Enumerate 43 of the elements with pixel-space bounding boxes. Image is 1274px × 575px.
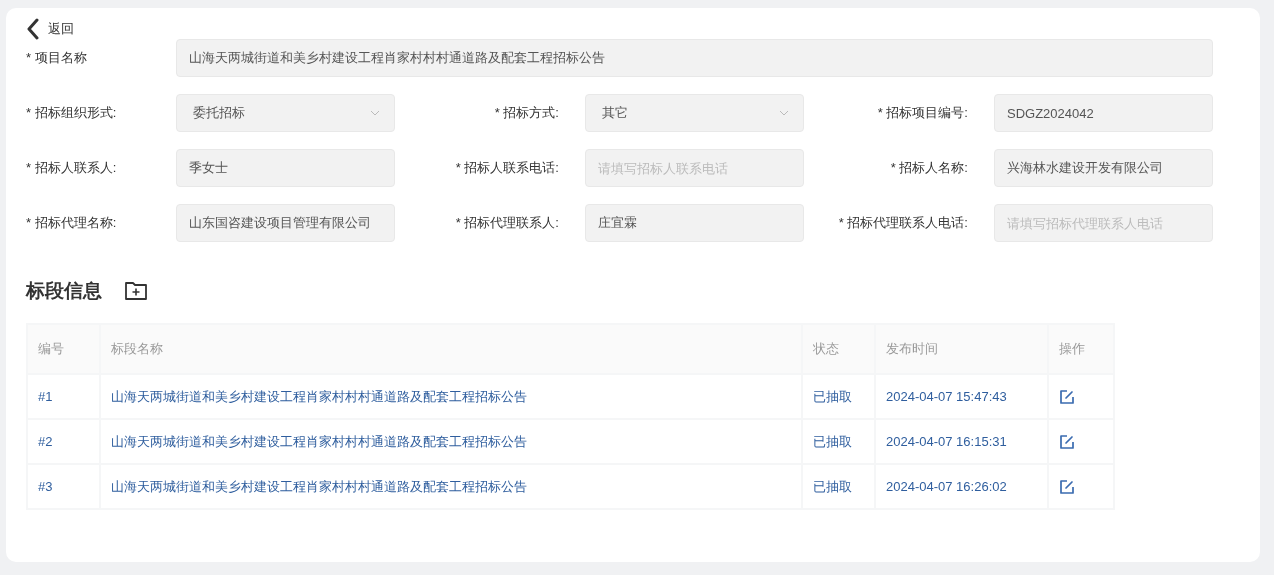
table-cell: 2024-04-07 15:47:43 — [875, 374, 1048, 419]
back-button[interactable]: 返回 — [26, 18, 74, 40]
field-label: * 招标人名称: — [889, 159, 969, 177]
column-header: 编号 — [27, 324, 100, 374]
field-label: * 招标人联系电话: — [454, 159, 560, 177]
table-cell: 山海天两城街道和美乡村建设工程肖家村村村通道路及配套工程招标公告 — [100, 374, 802, 419]
text-field[interactable]: 季女士 — [176, 149, 395, 187]
table-cell: 已抽取 — [802, 464, 875, 509]
column-header: 状态 — [802, 324, 875, 374]
field-label: * 招标方式: — [493, 104, 560, 122]
field-label: * 招标组织形式: — [26, 104, 118, 122]
field-label: * 招标代理联系人: — [454, 214, 560, 232]
table-cell: 已抽取 — [802, 374, 875, 419]
dropdown-field[interactable]: 委托招标 — [176, 94, 395, 132]
field-label: * 招标人联系人: — [26, 159, 118, 177]
table-cell: #2 — [27, 419, 100, 464]
column-header: 标段名称 — [100, 324, 802, 374]
add-folder-icon[interactable] — [124, 281, 148, 301]
edit-icon[interactable] — [1059, 478, 1075, 495]
chevron-down-icon — [779, 110, 789, 116]
text-field[interactable]: 庄宜霖 — [585, 204, 804, 242]
field-label: * 项目名称 — [26, 49, 88, 67]
table-cell: 2024-04-07 16:26:02 — [875, 464, 1048, 509]
table-cell: #3 — [27, 464, 100, 509]
column-header: 发布时间 — [875, 324, 1048, 374]
text-field[interactable]: SDGZ2024042 — [994, 94, 1213, 132]
text-field[interactable]: 兴海林水建设开发有限公司 — [994, 149, 1213, 187]
table-cell: 山海天两城街道和美乡村建设工程肖家村村村通道路及配套工程招标公告 — [100, 464, 802, 509]
field-label: * 招标代理名称: — [26, 214, 118, 232]
edit-icon[interactable] — [1059, 388, 1075, 405]
table-cell: 已抽取 — [802, 419, 875, 464]
project-name-field[interactable]: 山海天两城街道和美乡村建设工程肖家村村村通道路及配套工程招标公告 — [176, 39, 1213, 77]
chevron-down-icon — [370, 110, 380, 116]
field-label: * 招标代理联系人电话: — [837, 214, 969, 232]
field-label: * 招标项目编号: — [876, 104, 969, 122]
text-field[interactable]: 山东国咨建设项目管理有限公司 — [176, 204, 395, 242]
edit-icon[interactable] — [1059, 433, 1075, 450]
section-title: 标段信息 — [26, 279, 102, 303]
table-cell: 2024-04-07 16:15:31 — [875, 419, 1048, 464]
column-header: 操作 — [1048, 324, 1114, 374]
table-cell: 山海天两城街道和美乡村建设工程肖家村村村通道路及配套工程招标公告 — [100, 419, 802, 464]
table-cell: #1 — [27, 374, 100, 419]
dropdown-field[interactable]: 其它 — [585, 94, 804, 132]
